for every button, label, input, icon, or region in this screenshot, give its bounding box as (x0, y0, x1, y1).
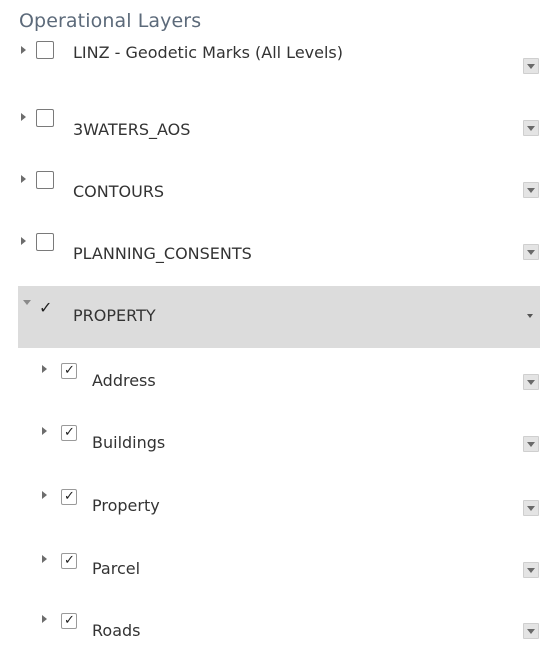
dropdown-menu-icon[interactable] (523, 182, 539, 198)
dropdown-menu-icon[interactable] (523, 562, 539, 578)
layer-visibility-checkbox[interactable] (36, 109, 54, 127)
layer-list-panel: Operational Layers LINZ - Geodetic Marks… (0, 0, 540, 645)
expand-arrow-icon[interactable] (42, 365, 47, 373)
checkmark-icon: ✓ (64, 613, 75, 628)
layer-label: CONTOURS (73, 182, 165, 201)
dropdown-menu-icon[interactable] (523, 308, 539, 324)
layer-row-linz-geodetic-marks[interactable]: LINZ - Geodetic Marks (All Levels) (18, 36, 540, 98)
layer-label: LINZ - Geodetic Marks (All Levels) (73, 43, 343, 62)
expand-arrow-icon[interactable] (21, 175, 26, 183)
dropdown-menu-icon[interactable] (523, 58, 539, 74)
sublayer-label: Property (92, 496, 160, 515)
checkmark-icon: ✓ (39, 298, 53, 317)
layer-visibility-checkbox[interactable] (36, 233, 54, 251)
layer-row-3waters-aos[interactable]: 3WATERS_AOS (18, 98, 540, 160)
checkmark-icon: ✓ (64, 553, 75, 568)
sublayer-row-buildings[interactable]: ✓ Buildings (18, 410, 540, 472)
checkmark-icon: ✓ (64, 363, 75, 378)
layer-visibility-checkbox[interactable]: ✓ (36, 300, 54, 318)
layer-label: 3WATERS_AOS (73, 120, 191, 139)
sublayer-label: Roads (92, 621, 141, 640)
dropdown-menu-icon[interactable] (523, 436, 539, 452)
dropdown-menu-icon[interactable] (523, 374, 539, 390)
layer-row-property[interactable]: ✓ PROPERTY (18, 286, 540, 348)
sublayer-visibility-checkbox[interactable]: ✓ (61, 425, 77, 441)
expand-arrow-icon[interactable] (21, 237, 26, 245)
layer-visibility-checkbox[interactable] (36, 171, 54, 189)
expand-arrow-icon[interactable] (42, 615, 47, 623)
sublayer-row-property[interactable]: ✓ Property (18, 472, 540, 534)
sublayer-visibility-checkbox[interactable]: ✓ (61, 613, 77, 629)
checkmark-icon: ✓ (64, 489, 75, 504)
sublayer-visibility-checkbox[interactable]: ✓ (61, 363, 77, 379)
layer-row-contours[interactable]: CONTOURS (18, 160, 540, 222)
expand-arrow-icon[interactable] (42, 427, 47, 435)
expand-arrow-icon[interactable] (21, 46, 26, 54)
sublayer-label: Parcel (92, 559, 141, 578)
expand-arrow-icon[interactable] (21, 113, 26, 121)
dropdown-menu-icon[interactable] (523, 244, 539, 260)
layer-visibility-checkbox[interactable] (36, 41, 54, 59)
sublayer-label: Buildings (92, 433, 166, 452)
dropdown-menu-icon[interactable] (523, 500, 539, 516)
expand-arrow-icon[interactable] (42, 491, 47, 499)
layer-row-planning-consents[interactable]: PLANNING_CONSENTS (18, 222, 540, 284)
collapse-arrow-icon[interactable] (23, 300, 31, 305)
layer-label: PROPERTY (73, 306, 156, 325)
checkmark-icon: ✓ (64, 425, 75, 440)
sublayer-row-address[interactable]: ✓ Address (18, 348, 540, 410)
sublayer-row-parcel[interactable]: ✓ Parcel (18, 534, 540, 596)
sublayer-row-roads[interactable]: ✓ Roads (18, 596, 540, 658)
sublayer-label: Address (92, 371, 156, 390)
sublayer-visibility-checkbox[interactable]: ✓ (61, 553, 77, 569)
panel-title: Operational Layers (19, 10, 202, 32)
dropdown-menu-icon[interactable] (523, 120, 539, 136)
dropdown-menu-icon[interactable] (523, 623, 539, 639)
layer-label: PLANNING_CONSENTS (73, 244, 252, 263)
sublayer-visibility-checkbox[interactable]: ✓ (61, 489, 77, 505)
expand-arrow-icon[interactable] (42, 555, 47, 563)
